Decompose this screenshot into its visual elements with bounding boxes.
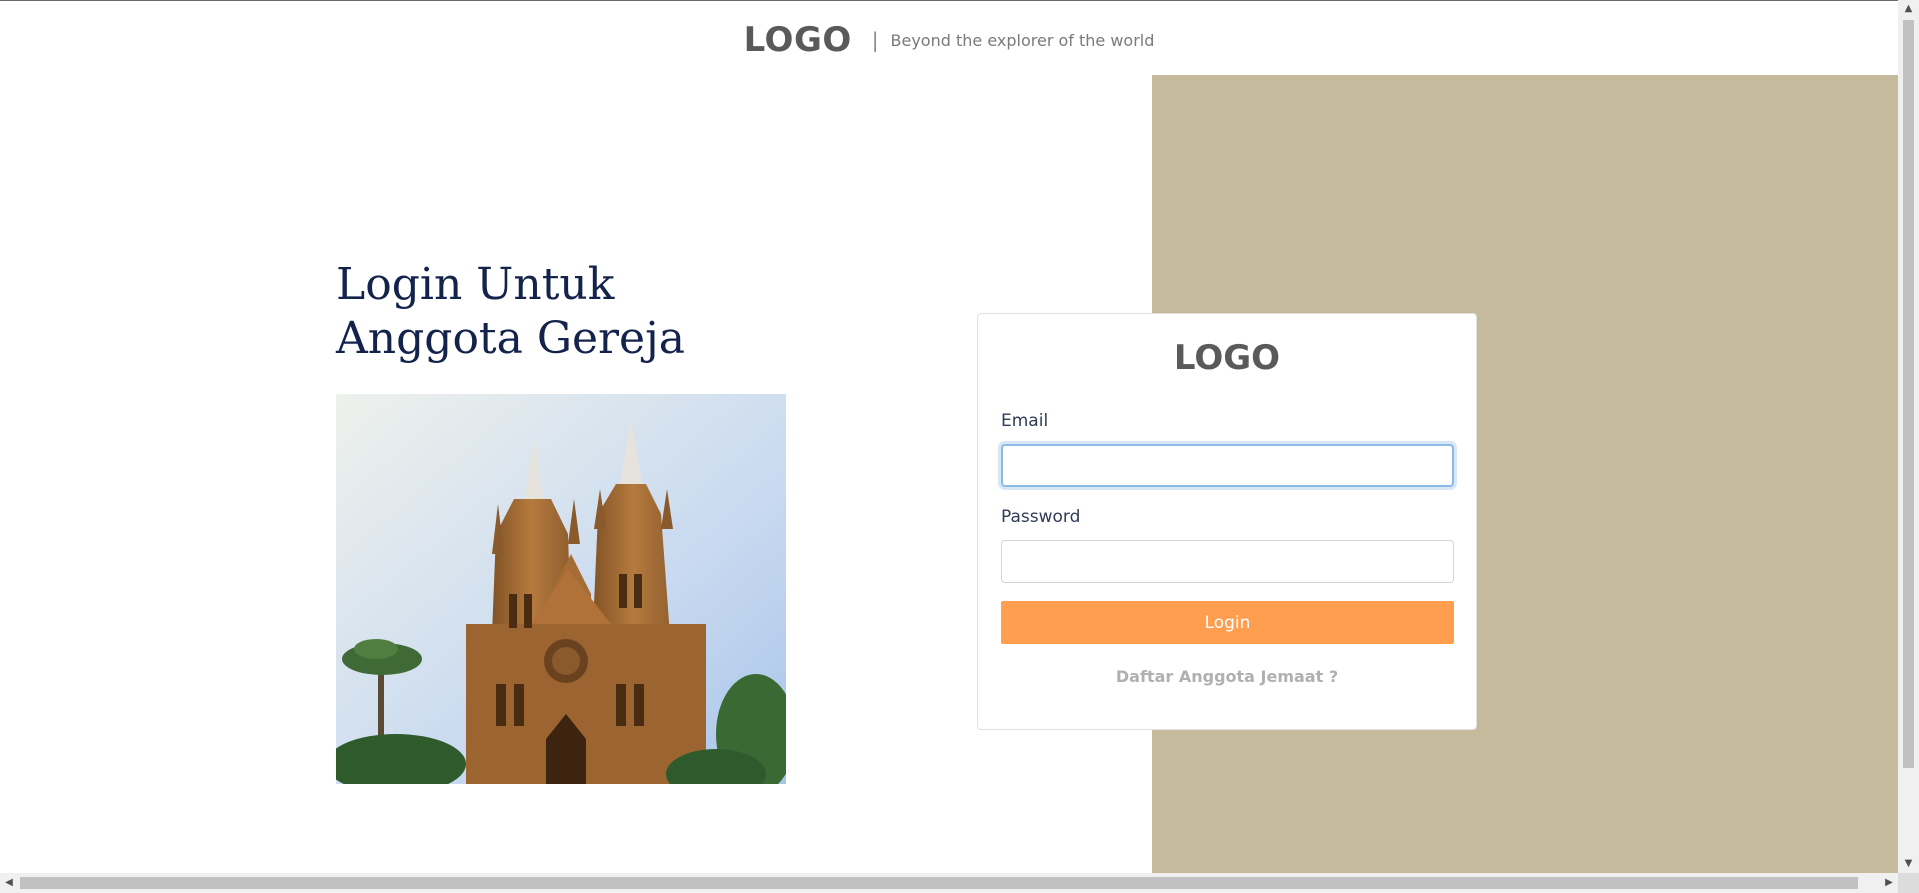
scroll-up-arrow-icon[interactable]: ▲ xyxy=(1898,0,1919,18)
header-separator: | xyxy=(871,28,879,52)
header-tagline: Beyond the explorer of the world xyxy=(890,30,1155,50)
password-label: Password xyxy=(1001,507,1081,527)
vertical-scrollbar[interactable]: ▲ ▼ xyxy=(1898,0,1919,873)
vertical-scroll-thumb[interactable] xyxy=(1903,20,1914,768)
horizontal-scroll-thumb[interactable] xyxy=(20,877,1858,889)
window-top-border xyxy=(0,0,1919,1)
horizontal-scrollbar[interactable]: ◀ ▶ xyxy=(0,873,1898,893)
login-card: LOGO Email Password Login Daftar Anggota… xyxy=(977,313,1477,730)
scroll-left-arrow-icon[interactable]: ◀ xyxy=(0,873,18,893)
page-title: Login Untuk Anggota Gereja xyxy=(336,259,685,364)
register-member-link[interactable]: Daftar Anggota Jemaat ? xyxy=(978,667,1476,686)
email-label: Email xyxy=(1001,411,1049,431)
site-header: LOGO | Beyond the explorer of the world xyxy=(0,18,1898,62)
cathedral-photo xyxy=(336,394,786,784)
password-field[interactable] xyxy=(1001,540,1454,583)
scroll-down-arrow-icon[interactable]: ▼ xyxy=(1898,855,1919,873)
header-logo[interactable]: LOGO xyxy=(744,20,852,60)
login-button[interactable]: Login xyxy=(1001,601,1454,644)
scroll-right-arrow-icon[interactable]: ▶ xyxy=(1880,873,1898,893)
card-logo: LOGO xyxy=(1173,338,1281,378)
scrollbar-corner xyxy=(1898,873,1919,893)
email-field[interactable] xyxy=(1001,444,1454,487)
cathedral-image xyxy=(336,394,786,784)
